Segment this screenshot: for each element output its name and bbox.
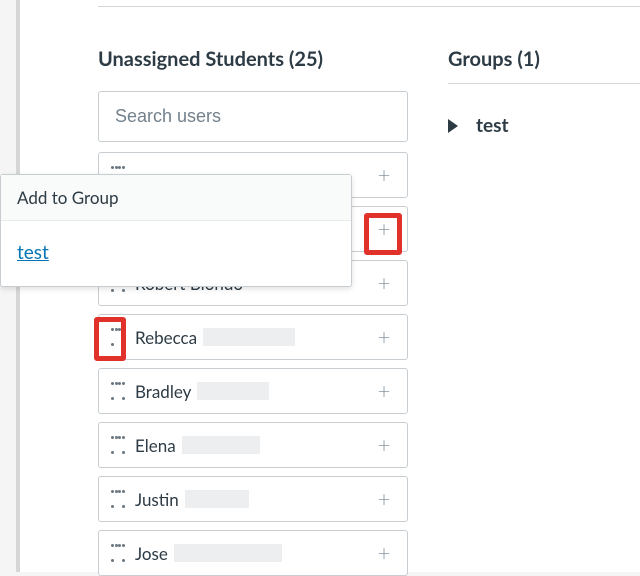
student-item[interactable]: Bradley+ [98,368,408,414]
add-to-group-button[interactable]: + [373,434,395,456]
student-item[interactable]: Elena+ [98,422,408,468]
group-name: test [476,114,509,137]
student-item[interactable]: Justin+ [98,476,408,522]
add-to-group-popover: Add to Group test [0,174,352,287]
add-to-group-button[interactable]: + [373,272,395,294]
student-name: Rebecca [135,327,373,348]
expand-icon[interactable] [448,119,458,133]
student-item[interactable]: Rebecca+ [98,314,408,360]
unassigned-title: Unassigned Students (25) [98,47,408,71]
student-name: Jose [135,543,373,564]
redacted-surname [203,328,295,346]
popover-group-link[interactable]: test [17,241,49,264]
drag-handle-icon[interactable] [111,490,125,508]
drag-handle-icon[interactable] [111,436,125,454]
student-name: Bradley [135,381,373,402]
drag-handle-icon[interactable] [111,328,125,346]
add-to-group-button[interactable]: + [373,218,395,240]
drag-handle-icon[interactable] [111,544,125,562]
add-to-group-button[interactable]: + [373,380,395,402]
drag-handle-icon[interactable] [111,382,125,400]
groups-title: Groups (1) [448,47,540,71]
add-to-group-button[interactable]: + [373,164,395,186]
add-to-group-button[interactable]: + [373,326,395,348]
student-name: Elena [135,435,373,456]
student-name: Justin [135,489,373,510]
student-item[interactable]: Jose+ [98,530,408,576]
group-list: test [448,114,640,137]
redacted-surname [185,490,249,508]
search-input[interactable] [98,91,408,142]
add-to-group-button[interactable]: + [373,488,395,510]
add-to-group-button[interactable]: + [373,542,395,564]
redacted-surname [182,436,260,454]
popover-title: Add to Group [1,175,351,221]
redacted-surname [197,382,269,400]
redacted-surname [174,544,282,562]
group-row[interactable]: test [448,114,640,137]
